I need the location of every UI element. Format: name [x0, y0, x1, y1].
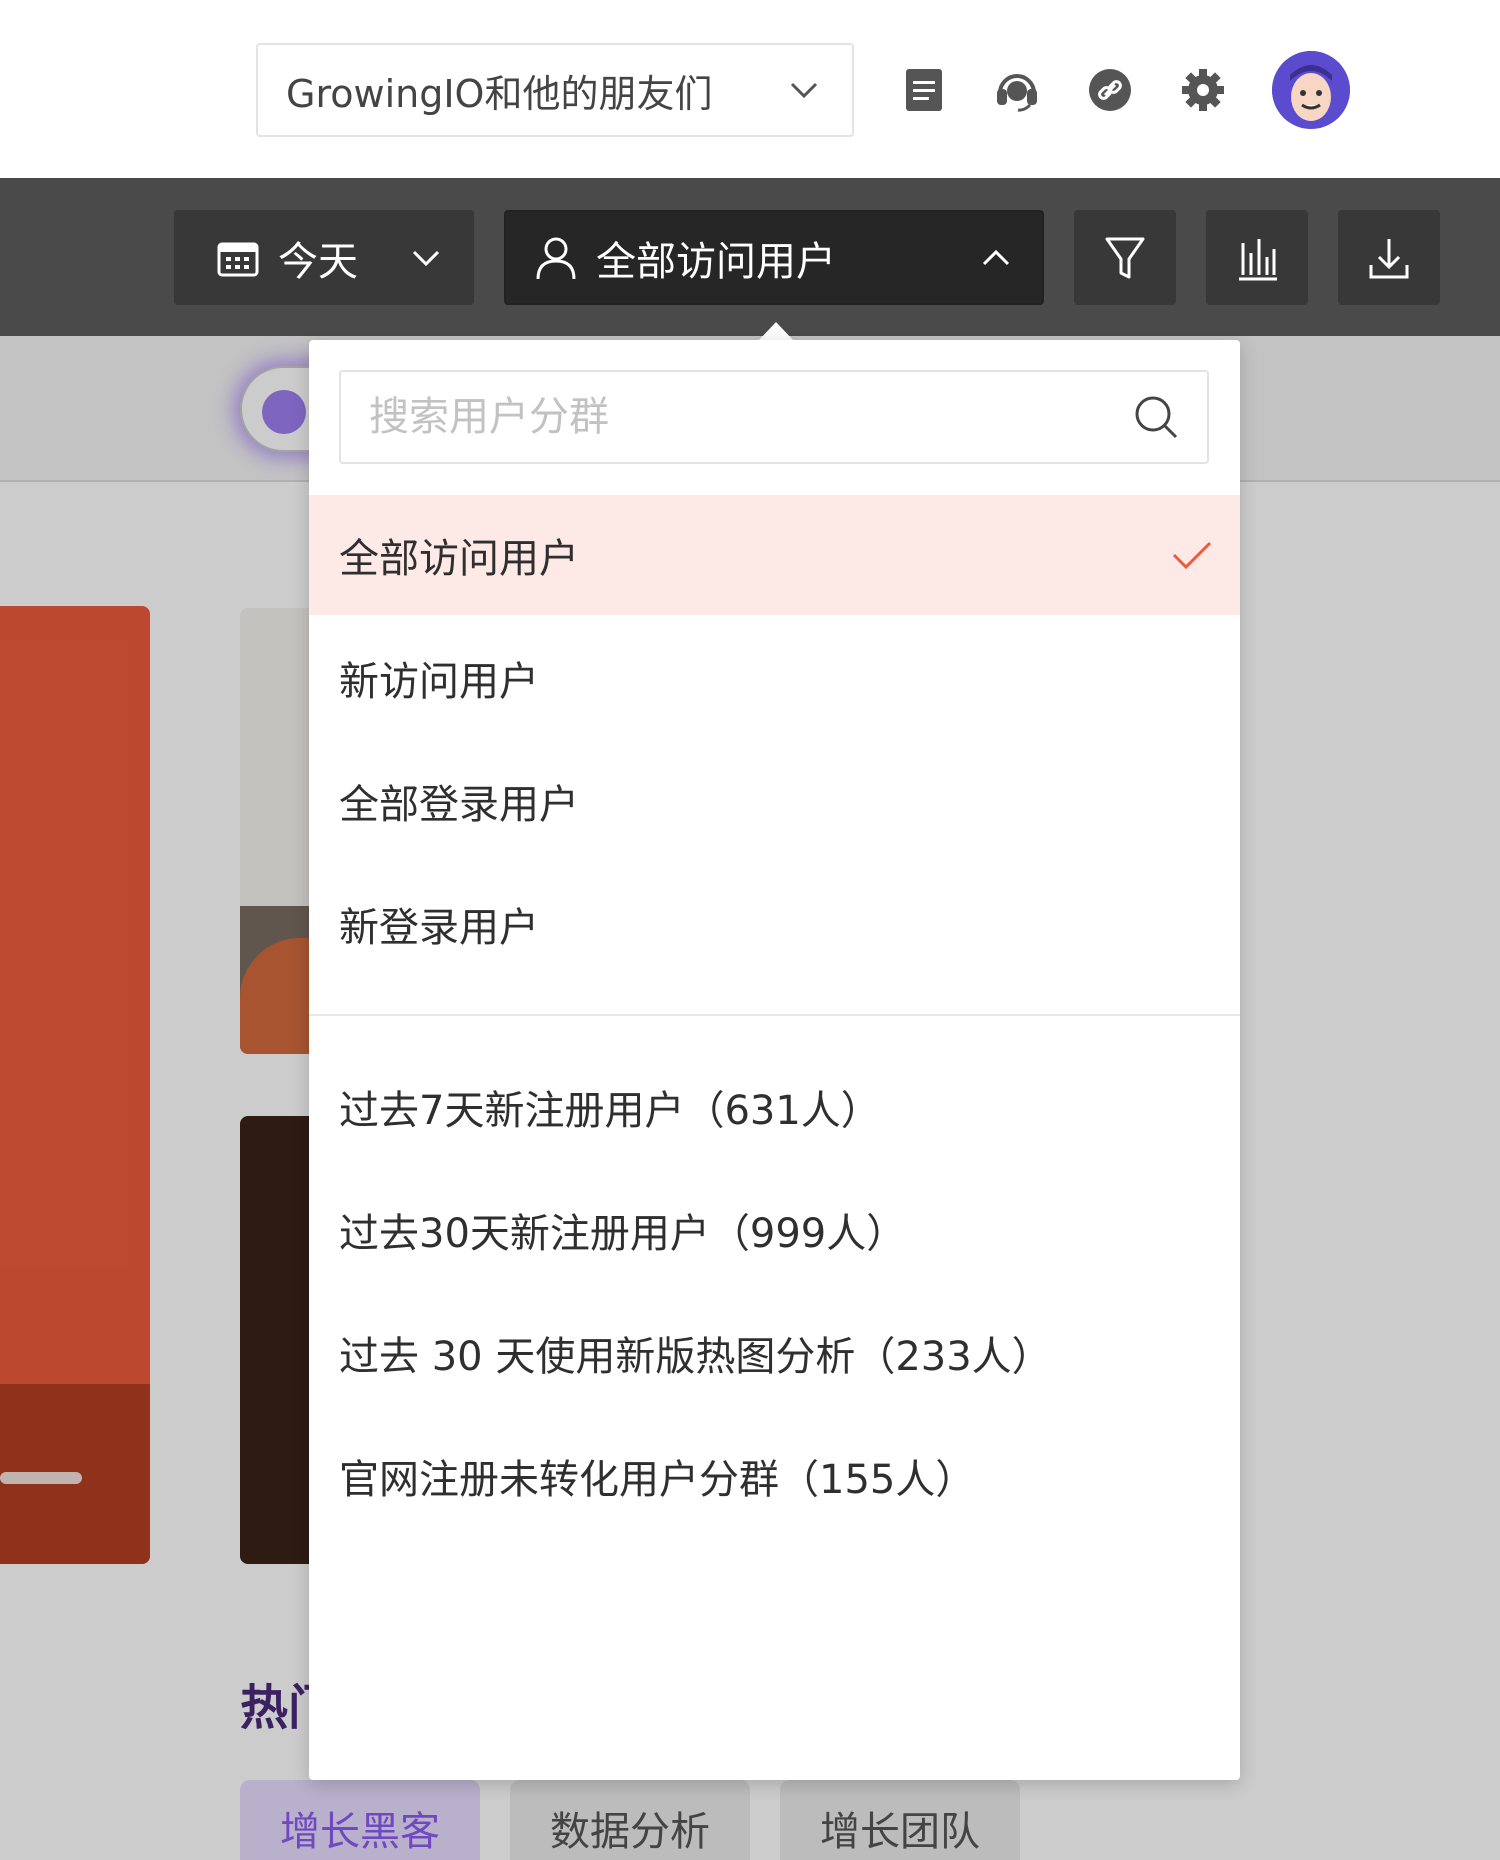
- chevron-down-icon: [412, 250, 440, 266]
- gear-icon[interactable]: [1175, 62, 1231, 118]
- segment-option-new-logged-in[interactable]: 新登录用户: [309, 864, 1240, 984]
- segment-option-label: 过去7天新注册用户（631人）: [339, 1088, 881, 1134]
- calendar-icon: [217, 242, 259, 276]
- segment-option-label: 新访问用户: [339, 659, 539, 705]
- segment-option-all-logged-in[interactable]: 全部登录用户: [309, 741, 1240, 861]
- segment-option-label: 全部访问用户: [339, 536, 579, 582]
- segment-option-new-visitors[interactable]: 新访问用户: [309, 618, 1240, 738]
- dropdown-caret: [759, 322, 793, 340]
- project-name: GrowingIO和他的朋友们: [286, 71, 713, 116]
- user-icon: [536, 237, 576, 279]
- headset-icon[interactable]: [989, 62, 1045, 118]
- link-icon[interactable]: [1082, 62, 1138, 118]
- user-segment-selector[interactable]: 全部访问用户: [504, 210, 1044, 305]
- project-selector[interactable]: GrowingIO和他的朋友们: [256, 43, 854, 137]
- segment-option-custom[interactable]: 官网注册未转化用户分群（155人）: [309, 1416, 1240, 1536]
- chevron-down-icon: [790, 82, 818, 99]
- download-button[interactable]: [1338, 210, 1440, 305]
- check-icon: [1172, 541, 1212, 570]
- download-icon: [1369, 238, 1409, 278]
- chart-icon: [1239, 238, 1277, 280]
- chart-type-button[interactable]: [1206, 210, 1308, 305]
- date-range-label: 今天: [278, 238, 358, 285]
- search-icon[interactable]: [1133, 394, 1179, 440]
- segment-option-label: 官网注册未转化用户分群（155人）: [339, 1457, 976, 1503]
- document-icon[interactable]: [896, 62, 952, 118]
- segment-option-label: 过去30天新注册用户（999人）: [339, 1211, 907, 1257]
- segment-option-label: 全部登录用户: [339, 782, 579, 828]
- segment-option-all-visitors[interactable]: 全部访问用户: [309, 495, 1240, 615]
- filter-button[interactable]: [1074, 210, 1176, 305]
- date-range-selector[interactable]: 今天: [174, 210, 474, 305]
- filter-icon: [1105, 237, 1145, 278]
- chevron-up-icon: [982, 249, 1010, 265]
- top-header: GrowingIO和他的朋友们: [0, 0, 1500, 178]
- segment-search-field[interactable]: [339, 370, 1209, 464]
- segment-search-input[interactable]: [369, 394, 1133, 440]
- segment-option-label: 过去 30 天使用新版热图分析（233人）: [339, 1334, 1052, 1380]
- user-segment-dropdown: 全部访问用户 新访问用户 全部登录用户 新登录用户 过去7天新注册用户（631人…: [309, 340, 1240, 1780]
- segment-option-custom[interactable]: 过去7天新注册用户（631人）: [309, 1047, 1240, 1167]
- segment-option-label: 新登录用户: [339, 905, 539, 951]
- user-avatar[interactable]: [1272, 51, 1350, 129]
- dropdown-divider: [309, 1014, 1240, 1016]
- segment-option-custom[interactable]: 过去 30 天使用新版热图分析（233人）: [309, 1293, 1240, 1413]
- user-segment-label: 全部访问用户: [596, 238, 836, 285]
- analysis-toolbar: 今天 全部访问用户: [0, 178, 1500, 336]
- segment-option-custom[interactable]: 过去30天新注册用户（999人）: [309, 1170, 1240, 1290]
